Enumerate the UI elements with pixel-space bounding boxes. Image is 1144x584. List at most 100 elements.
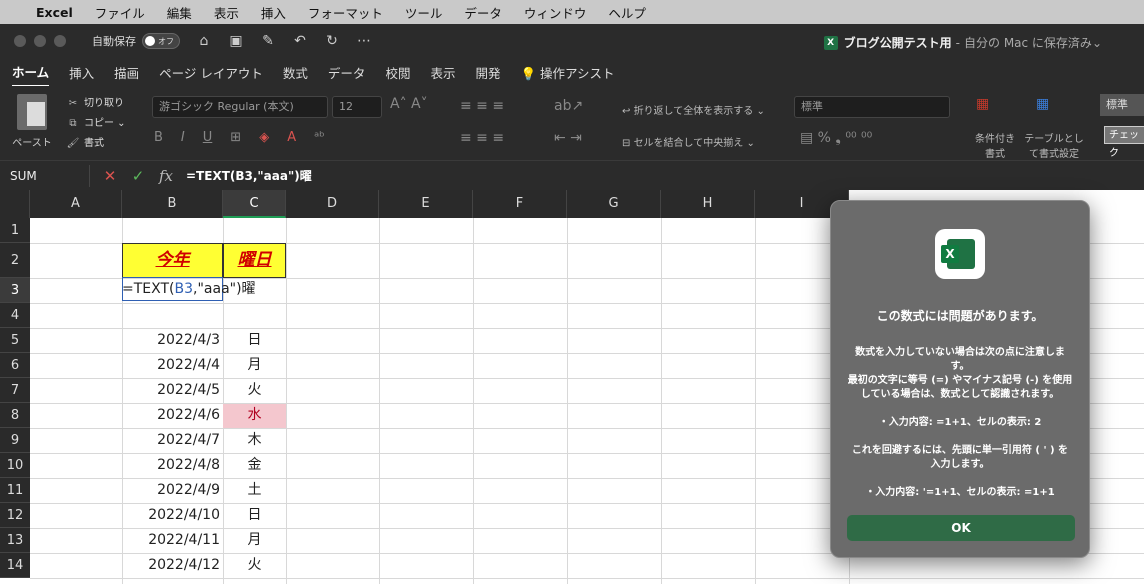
autosave-toggle[interactable]: オフ	[142, 33, 180, 49]
redo-icon[interactable]: ↻	[324, 33, 340, 49]
chevron-down-icon[interactable]: ⌄	[1092, 36, 1102, 50]
ok-button[interactable]: OK	[847, 515, 1075, 541]
font-size-select[interactable]: 12	[332, 96, 382, 118]
tab-page-layout[interactable]: ページ レイアウト	[159, 59, 263, 86]
font-name-select[interactable]: 游ゴシック Regular (本文)	[152, 96, 328, 118]
cancel-icon[interactable]: ✕	[96, 167, 124, 185]
copy-button[interactable]: ⧉ コピー ⌄	[66, 114, 146, 134]
weekday-cell[interactable]: 火	[223, 378, 286, 403]
tab-formulas[interactable]: 数式	[283, 59, 308, 86]
bold-icon[interactable]: B	[154, 130, 163, 145]
date-cell[interactable]: 2022/4/4	[122, 353, 220, 378]
cell-b2[interactable]: 今年	[122, 243, 223, 278]
row-header-11[interactable]: 11	[0, 478, 30, 503]
date-cell[interactable]: 2022/4/7	[122, 428, 220, 453]
format-as-table-button[interactable]: テーブルとして書式設定	[1024, 130, 1084, 160]
row-header-9[interactable]: 9	[0, 428, 30, 453]
currency-icon[interactable]: ▤ % ❟ ⁰⁰ ⁰⁰	[800, 130, 872, 146]
date-cell[interactable]: 2022/4/12	[122, 553, 220, 578]
menu-help[interactable]: ヘルプ	[608, 3, 646, 22]
minimize-window-button[interactable]	[34, 35, 46, 47]
col-header-b[interactable]: B	[122, 190, 223, 218]
tab-draw[interactable]: 描画	[114, 59, 139, 86]
check-icon[interactable]: ✓	[124, 167, 152, 185]
col-header-g[interactable]: G	[567, 190, 661, 218]
date-cell[interactable]: 2022/4/8	[122, 453, 220, 478]
menu-format[interactable]: フォーマット	[308, 3, 383, 22]
font-color-icon[interactable]: A	[287, 130, 296, 145]
menu-insert[interactable]: 挿入	[261, 3, 286, 22]
date-cell[interactable]: 2022/4/5	[122, 378, 220, 403]
row-header-1[interactable]: 1	[0, 218, 30, 243]
row-header-6[interactable]: 6	[0, 353, 30, 378]
zoom-window-button[interactable]	[54, 35, 66, 47]
cut-button[interactable]: ✂ 切り取り	[66, 94, 146, 114]
edit-icon[interactable]: ✎	[260, 33, 276, 49]
weekday-cell[interactable]: 金	[223, 453, 286, 478]
weekday-cell[interactable]: 土	[223, 478, 286, 503]
row-header-5[interactable]: 5	[0, 328, 30, 353]
cell-c2[interactable]: 曜日	[223, 243, 286, 278]
tab-view[interactable]: 表示	[430, 59, 455, 86]
row-header-14[interactable]: 14	[0, 553, 30, 578]
tab-insert[interactable]: 挿入	[69, 59, 94, 86]
menu-file[interactable]: ファイル	[95, 3, 145, 22]
orientation-icon[interactable]: ab↗	[554, 98, 583, 114]
style-standard[interactable]: 標準	[1100, 94, 1144, 116]
font-grow-icon[interactable]: A˄ A˅	[390, 96, 428, 112]
row-header-13[interactable]: 13	[0, 528, 30, 553]
home-icon[interactable]: ⌂	[196, 33, 212, 49]
row-header-3[interactable]: 3	[0, 278, 30, 303]
align-left-icon[interactable]: ≡ ≡ ≡	[460, 130, 504, 146]
weekday-cell[interactable]: 木	[223, 428, 286, 453]
tab-tell-me[interactable]: 💡 操作アシスト	[520, 59, 614, 86]
weekday-cell[interactable]: 水	[223, 403, 286, 428]
menu-edit[interactable]: 編集	[167, 3, 192, 22]
merge-center-button[interactable]: ⊟ セルを結合して中央揃え ⌄	[622, 134, 755, 149]
date-cell[interactable]: 2022/4/11	[122, 528, 220, 553]
style-check[interactable]: チェック	[1104, 126, 1144, 159]
row-header-8[interactable]: 8	[0, 403, 30, 428]
row-header-2[interactable]: 2	[0, 243, 30, 278]
date-cell[interactable]: 2022/4/6	[122, 403, 220, 428]
row-header-4[interactable]: 4	[0, 303, 30, 328]
menu-tools[interactable]: ツール	[405, 3, 443, 22]
menu-window[interactable]: ウィンドウ	[524, 3, 587, 22]
date-cell[interactable]: 2022/4/9	[122, 478, 220, 503]
format-painter-button[interactable]: 🖌 書式	[66, 134, 146, 154]
italic-icon[interactable]: I	[181, 130, 185, 145]
col-header-f[interactable]: F	[473, 190, 567, 218]
weekday-cell[interactable]: 火	[223, 553, 286, 578]
phonetic-icon[interactable]: ᵃᵇ	[314, 130, 325, 145]
conditional-format-button[interactable]: 条件付き 書式	[970, 130, 1020, 160]
row-header-10[interactable]: 10	[0, 453, 30, 478]
date-cell[interactable]: 2022/4/10	[122, 503, 220, 528]
tab-home[interactable]: ホーム	[12, 58, 50, 87]
number-format-select[interactable]: 標準	[794, 96, 950, 118]
save-icon[interactable]: ▣	[228, 33, 244, 49]
col-header-c[interactable]: C	[223, 190, 286, 218]
select-all-corner[interactable]	[0, 190, 30, 218]
row-header-7[interactable]: 7	[0, 378, 30, 403]
more-icon[interactable]: ⋯	[356, 33, 372, 49]
name-box[interactable]: SUM	[6, 164, 90, 187]
menu-data[interactable]: データ	[464, 3, 502, 22]
underline-icon[interactable]: U	[203, 130, 213, 145]
fx-icon[interactable]: fx	[152, 167, 180, 185]
tab-data[interactable]: データ	[328, 59, 366, 86]
cell-c3-editing[interactable]: =TEXT(B3,"aaa")曜	[122, 278, 256, 298]
indent-icon[interactable]: ⇤ ⇥	[554, 130, 582, 146]
wrap-text-button[interactable]: ↩ 折り返して全体を表示する ⌄	[622, 102, 765, 117]
tab-review[interactable]: 校閲	[385, 59, 410, 86]
border-icon[interactable]: ⊞	[230, 130, 241, 145]
paste-button[interactable]: ペースト	[10, 94, 54, 149]
row-header-12[interactable]: 12	[0, 503, 30, 528]
tab-developer[interactable]: 開発	[475, 59, 500, 86]
undo-icon[interactable]: ↶	[292, 33, 308, 49]
align-top-icon[interactable]: ≡ ≡ ≡	[460, 98, 504, 114]
close-window-button[interactable]	[14, 35, 26, 47]
col-header-e[interactable]: E	[379, 190, 473, 218]
col-header-h[interactable]: H	[661, 190, 755, 218]
date-cell[interactable]: 2022/4/3	[122, 328, 220, 353]
menu-app-name[interactable]: Excel	[36, 5, 73, 20]
